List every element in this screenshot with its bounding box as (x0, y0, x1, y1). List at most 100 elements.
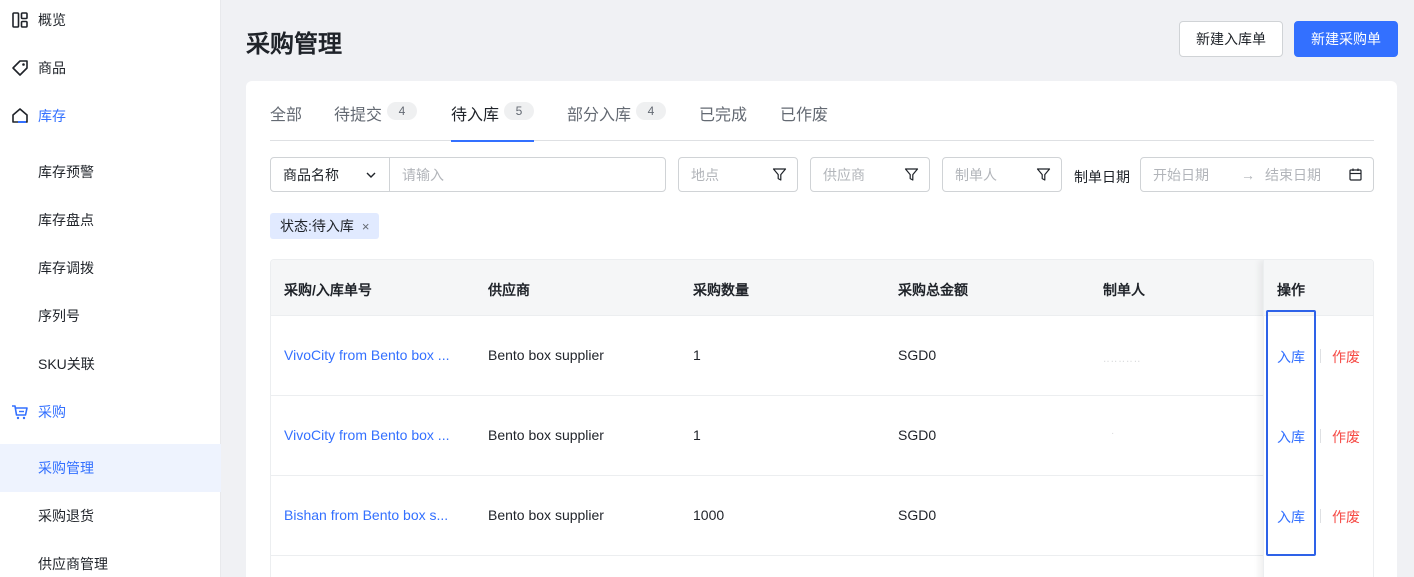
tab-all[interactable]: 全部 (270, 101, 302, 141)
sidebar-item-purchase-management[interactable]: 采购管理 (0, 444, 221, 492)
order-link[interactable]: Bishan from Bento box s... (284, 507, 448, 523)
tab-label: 待入库 (451, 107, 500, 124)
sidebar-item-purchase-return[interactable]: 采购退货 (0, 492, 221, 540)
sidebar-item-label: 供应商管理 (38, 556, 108, 572)
amount-cell: SGD0 (898, 347, 937, 363)
tab-voided[interactable]: 已作废 (780, 101, 828, 141)
table-row: Bishan from Bento box s... Bento box sup… (271, 476, 1373, 556)
sidebar-item-inventory[interactable]: 库存 (0, 92, 221, 140)
column-header-creator: 制单人 (1103, 282, 1145, 298)
action-divider (1320, 509, 1321, 523)
calendar-icon (1348, 167, 1363, 185)
tab-label: 已作废 (780, 107, 829, 124)
quantity-cell: 1000 (693, 507, 725, 523)
end-date-placeholder: 结束日期 (1265, 166, 1321, 183)
tab-label: 待提交 (334, 107, 383, 124)
close-icon[interactable]: × (362, 219, 370, 234)
creator-filter[interactable]: 制单人 (942, 157, 1062, 192)
cart-icon (10, 402, 30, 422)
tab-completed[interactable]: 已完成 (699, 101, 747, 141)
search-field-select-value: 商品名称 (283, 166, 339, 183)
sidebar-item-overview[interactable]: 概览 (0, 0, 221, 44)
actions-column: 操作 入库 作废 入库 作废 入库 作废 (1263, 260, 1373, 577)
new-purchase-button[interactable]: 新建采购单 (1294, 21, 1398, 57)
supplier-cell: Bento box supplier (488, 507, 604, 523)
sidebar-item-supplier-management[interactable]: 供应商管理 (0, 540, 221, 577)
sidebar-item-label: 序列号 (38, 308, 80, 324)
sidebar-item-label: 商品 (38, 60, 66, 76)
tab-count-badge: 4 (387, 102, 418, 120)
sidebar-item-label: SKU关联 (38, 356, 95, 372)
keyword-placeholder: 请输入 (402, 166, 444, 183)
column-header-amount: 采购总金额 (898, 282, 968, 298)
supplier-filter[interactable]: 供应商 (810, 157, 930, 192)
status-tabs: 全部 待提交 4 待入库 5 部分入库 4 已完成 已作废 (270, 81, 1374, 142)
amount-cell: SGD0 (898, 507, 937, 523)
date-filter-label: 制单日期 (1074, 169, 1130, 185)
tab-pending-inbound[interactable]: 待入库 5 (451, 101, 535, 142)
sidebar-item-stock-alert[interactable]: 库存预警 (0, 148, 221, 196)
tag-icon (10, 58, 30, 78)
sidebar-item-label: 库存 (38, 108, 66, 124)
filter-icon (772, 167, 787, 185)
void-action-link[interactable]: 作废 (1332, 507, 1360, 527)
keyword-search-input[interactable]: 请输入 (389, 157, 666, 192)
sidebar-item-label: 采购管理 (38, 460, 94, 476)
status-tag-label: 状态:待入库 (280, 218, 354, 234)
main-card: 全部 待提交 4 待入库 5 部分入库 4 已完成 已作废 商品名称 请输入 地… (246, 81, 1397, 577)
table-row: VivoCity from Bento box ... Bento box su… (271, 396, 1373, 476)
actions-column-header: 操作 (1264, 260, 1373, 316)
tab-label: 部分入库 (567, 107, 632, 124)
column-header-supplier: 供应商 (488, 282, 530, 298)
inbound-action-link[interactable]: 入库 (1277, 427, 1305, 447)
void-action-link[interactable]: 作废 (1332, 427, 1360, 447)
sidebar-item-label: 库存调拨 (38, 260, 94, 276)
sidebar: 概览 商品 库存 库存预警 库存盘点 库存调拨 序列号 SKU关联 采购 采购管… (0, 0, 221, 577)
quantity-cell: 1 (693, 347, 701, 363)
location-filter[interactable]: 地点 (678, 157, 798, 192)
order-link[interactable]: VivoCity from Bento box ... (284, 427, 449, 443)
creator-cell-redacted: · (1111, 428, 1116, 439)
date-range-picker[interactable]: 开始日期 → 结束日期 (1140, 157, 1374, 192)
tab-count-badge: 4 (636, 102, 667, 120)
action-divider (1320, 349, 1321, 363)
overview-icon (10, 10, 30, 30)
void-action-link[interactable]: 作废 (1332, 347, 1360, 367)
filter-icon (904, 167, 919, 185)
sidebar-item-serial[interactable]: 序列号 (0, 292, 221, 340)
sidebar-item-purchase[interactable]: 采购 (0, 388, 221, 436)
order-link[interactable]: VivoCity from Bento box ... (284, 347, 449, 363)
range-arrow: → (1241, 166, 1255, 183)
sidebar-item-label: 库存盘点 (38, 212, 94, 228)
table-row: VivoCity from Bento box ... Bento box su… (271, 316, 1373, 396)
sidebar-item-label: 概览 (38, 12, 66, 28)
tab-count-badge: 5 (504, 102, 535, 120)
start-date-placeholder: 开始日期 (1153, 166, 1209, 183)
creator-placeholder: 制单人 (955, 166, 997, 183)
tab-partial-inbound[interactable]: 部分入库 4 (567, 101, 667, 141)
chevron-down-icon (365, 168, 377, 184)
sidebar-item-label: 库存预警 (38, 164, 94, 180)
amount-cell: SGD0 (898, 427, 937, 443)
quantity-cell: 1 (693, 427, 701, 443)
inbound-action-link[interactable]: 入库 (1277, 507, 1305, 527)
sidebar-item-label: 采购退货 (38, 508, 94, 524)
sidebar-item-sku-link[interactable]: SKU关联 (0, 340, 221, 388)
inbound-action-link[interactable]: 入库 (1277, 347, 1305, 367)
tab-pending-submit[interactable]: 待提交 4 (334, 101, 418, 141)
location-placeholder: 地点 (691, 166, 719, 183)
warehouse-icon (10, 106, 30, 126)
filter-icon (1036, 167, 1051, 185)
column-header-actions: 操作 (1277, 282, 1305, 298)
action-divider (1320, 429, 1321, 443)
sidebar-item-stocktake[interactable]: 库存盘点 (0, 196, 221, 244)
creator-cell-redacted: ‥‥‥‥‥ (1103, 354, 1142, 365)
new-inbound-button[interactable]: 新建入库单 (1179, 21, 1283, 57)
status-filter-tag: 状态:待入库 × (270, 213, 380, 239)
purchase-order-table: 采购/入库单号 供应商 采购数量 采购总金额 制单人 VivoCity from… (270, 259, 1374, 577)
search-field-select[interactable]: 商品名称 (270, 157, 390, 192)
sidebar-item-transfer[interactable]: 库存调拨 (0, 244, 221, 292)
tab-label: 已完成 (699, 107, 748, 124)
sidebar-item-products[interactable]: 商品 (0, 44, 221, 92)
supplier-cell: Bento box supplier (488, 427, 604, 443)
